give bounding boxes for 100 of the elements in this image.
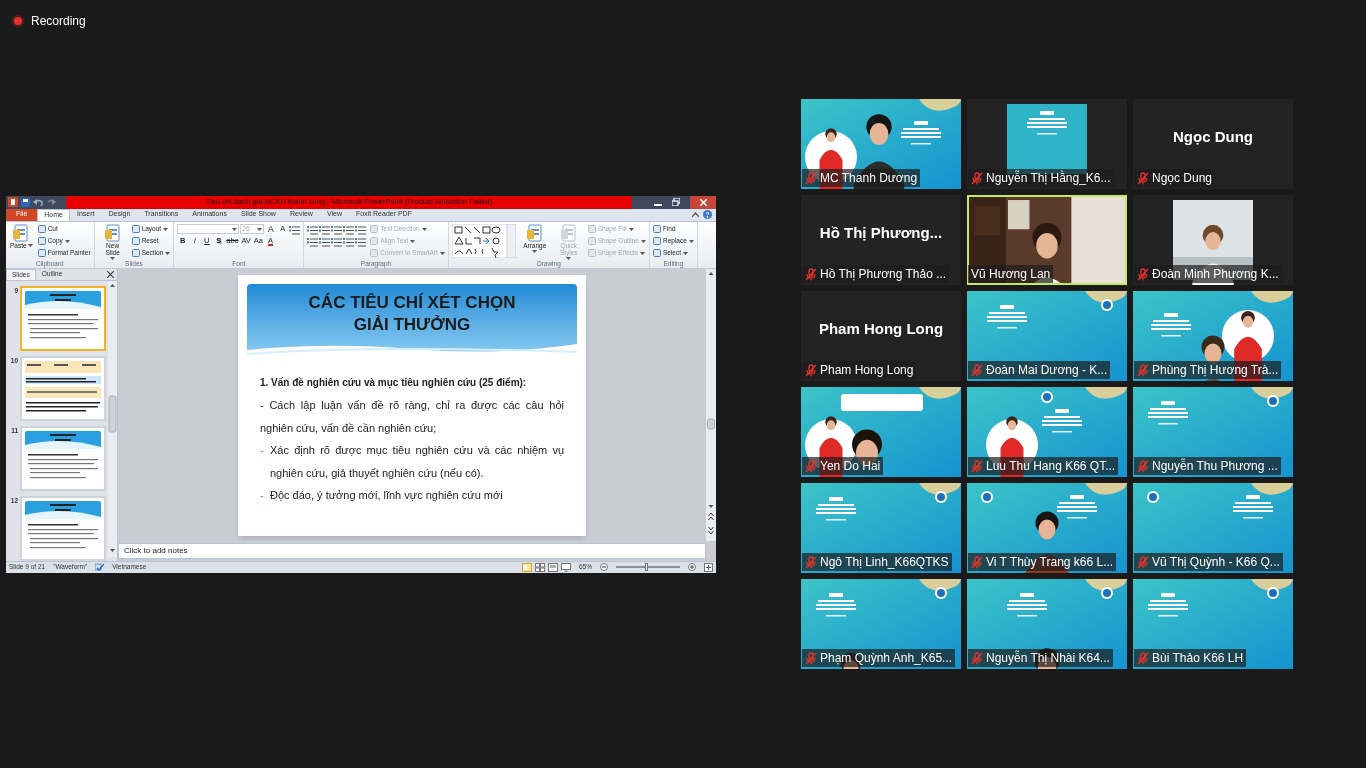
slide-text: Độc đáo, ý tưởng mới, lĩnh vực nghiên cứu mới — [270, 488, 503, 503]
participant-name: Nguyễn Thị Hằng_K6... — [986, 171, 1111, 185]
slide-title: GIẢI THƯỞNG — [353, 313, 471, 336]
participant-name: Bùi Thảo K66 LH — [1152, 651, 1244, 665]
participant-name: Phạm Quỳnh Anh_K65... — [820, 651, 953, 665]
caret-icon — [640, 239, 646, 243]
document-icon — [103, 223, 122, 242]
caret-icon — [64, 239, 70, 243]
muted-mic-icon — [971, 459, 983, 473]
muted-mic-icon — [971, 651, 983, 665]
slide-thumbnail[interactable] — [20, 425, 106, 491]
help-icon[interactable] — [703, 210, 712, 219]
muted-mic-icon — [971, 555, 983, 569]
muted-mic-icon — [805, 459, 817, 473]
muted-mic-icon — [1137, 267, 1149, 281]
caret-icon — [163, 227, 169, 231]
muted-mic-icon — [805, 363, 817, 377]
font-name-field[interactable] — [177, 224, 240, 234]
slideshow-icon[interactable] — [561, 562, 571, 572]
slide-title: CÁC TIÊU CHÍ XÉT CHỌN — [308, 291, 516, 314]
muted-mic-icon — [971, 171, 983, 185]
participant-name: MC Thanh Dương — [820, 171, 918, 185]
save-icon[interactable] — [21, 197, 30, 207]
undo-icon[interactable] — [33, 197, 44, 207]
participant-name: Vũ Hương Lan — [971, 267, 1051, 281]
slide-text: Xác định rõ được mục tiêu nghiên cứu và các nhiệm vụ nghiên cứu, giả thuyết nghiên cứu (nếu có). — [270, 443, 564, 481]
muted-mic-icon — [1137, 459, 1149, 473]
slide-thumbnail[interactable] — [20, 285, 106, 351]
lines-icon[interactable] — [343, 224, 355, 235]
participant-name: Nguyễn Thu Phương ... — [1152, 459, 1278, 473]
bullet-marker: - — [260, 488, 265, 503]
participant-name: Vi T Thùy Trang k66 L... — [986, 555, 1114, 569]
format-button[interactable]: A — [265, 223, 277, 235]
caret-icon — [165, 251, 171, 255]
caret-icon — [640, 251, 646, 255]
grid-view-icon[interactable] — [535, 562, 545, 572]
caret-icon — [421, 227, 427, 231]
muted-mic-icon — [1137, 363, 1149, 377]
lines-icon[interactable] — [289, 224, 301, 235]
redo-icon[interactable] — [47, 197, 56, 207]
participant-name: Nguyễn Thị Nhài K64... — [986, 651, 1110, 665]
caret-icon — [410, 239, 416, 243]
participant-name: Pham Hong Long — [820, 363, 914, 377]
display-name: Ngọc Dung — [1173, 126, 1253, 147]
collapse-ribbon-icon[interactable] — [692, 212, 699, 217]
close-button[interactable] — [690, 195, 716, 209]
caret-icon — [566, 256, 572, 260]
lines-icon[interactable] — [319, 236, 331, 247]
caret-icon — [688, 239, 694, 243]
reading-view-icon[interactable] — [548, 562, 558, 572]
lines-icon[interactable] — [331, 224, 343, 235]
lines-icon[interactable] — [355, 224, 367, 235]
muted-mic-icon — [971, 363, 983, 377]
bullet-marker: - — [260, 443, 265, 458]
muted-mic-icon — [1137, 651, 1149, 665]
caret-icon — [110, 256, 116, 260]
recording-dot-icon — [11, 14, 25, 28]
slider-thumb[interactable] — [644, 563, 648, 571]
participant-name: Đoàn Minh Phương K... — [1152, 267, 1279, 281]
app-logo-icon[interactable] — [8, 197, 18, 207]
muted-mic-icon — [805, 651, 817, 665]
muted-mic-icon — [1137, 171, 1149, 185]
scrollbar[interactable] — [108, 280, 117, 557]
close-icon — [699, 198, 707, 206]
slide-thumbnail[interactable] — [20, 355, 106, 421]
participant-name: Đoàn Mai Dương - K... — [986, 363, 1108, 377]
caret-icon — [27, 243, 33, 247]
document-icon — [12, 223, 31, 242]
lines-icon[interactable] — [307, 224, 319, 235]
restore-icon[interactable] — [672, 198, 680, 206]
lines-icon[interactable] — [355, 236, 367, 247]
participant-name: Hồ Thị Phương Thảo ... — [820, 267, 947, 281]
slide-thumbnail[interactable] — [20, 495, 106, 561]
muted-mic-icon — [805, 267, 817, 281]
zoom-in-icon[interactable] — [688, 563, 696, 571]
shapes-gallery[interactable] — [451, 223, 516, 258]
lines-icon[interactable] — [307, 236, 319, 247]
caret-icon — [257, 227, 263, 231]
notes-field[interactable]: Click to add notes — [118, 542, 706, 559]
participant-name: Ngô Thị Linh_K66QTKS — [820, 555, 949, 569]
slide-text: - Cách lập luận vấn đề rõ ràng, chỉ ra được các câu hỏi nghiên cứu, vấn đề cần nghiên cứu; — [260, 398, 564, 436]
recording-label: Recording — [31, 13, 86, 30]
muted-mic-icon — [805, 171, 817, 185]
participant-name: Luu Thu Hang K66 QT... — [986, 459, 1116, 473]
participant-name: Vũ Thị Quỳnh - K66 Q... — [1152, 555, 1280, 569]
caret-icon — [683, 251, 689, 255]
spellcheck-icon[interactable] — [95, 563, 105, 571]
zoom-out-icon[interactable] — [600, 563, 608, 571]
muted-mic-icon — [1137, 555, 1149, 569]
participant-name: Ngọc Dung — [1152, 171, 1213, 185]
fit-slide-icon[interactable] — [704, 562, 713, 572]
lines-icon[interactable] — [331, 236, 343, 247]
slide-heading: 1. Vấn đề nghiên cứu và mục tiêu nghiên cứu (25 điểm): — [260, 375, 528, 391]
participant-name: Yen Do Hai — [820, 459, 881, 473]
scrollbar[interactable] — [706, 268, 716, 541]
lines-icon[interactable] — [343, 236, 355, 247]
close-icon[interactable] — [107, 270, 114, 278]
caret-icon — [439, 251, 445, 255]
display-name: Hồ Thị Phương... — [819, 222, 943, 243]
lines-icon[interactable] — [319, 224, 331, 235]
